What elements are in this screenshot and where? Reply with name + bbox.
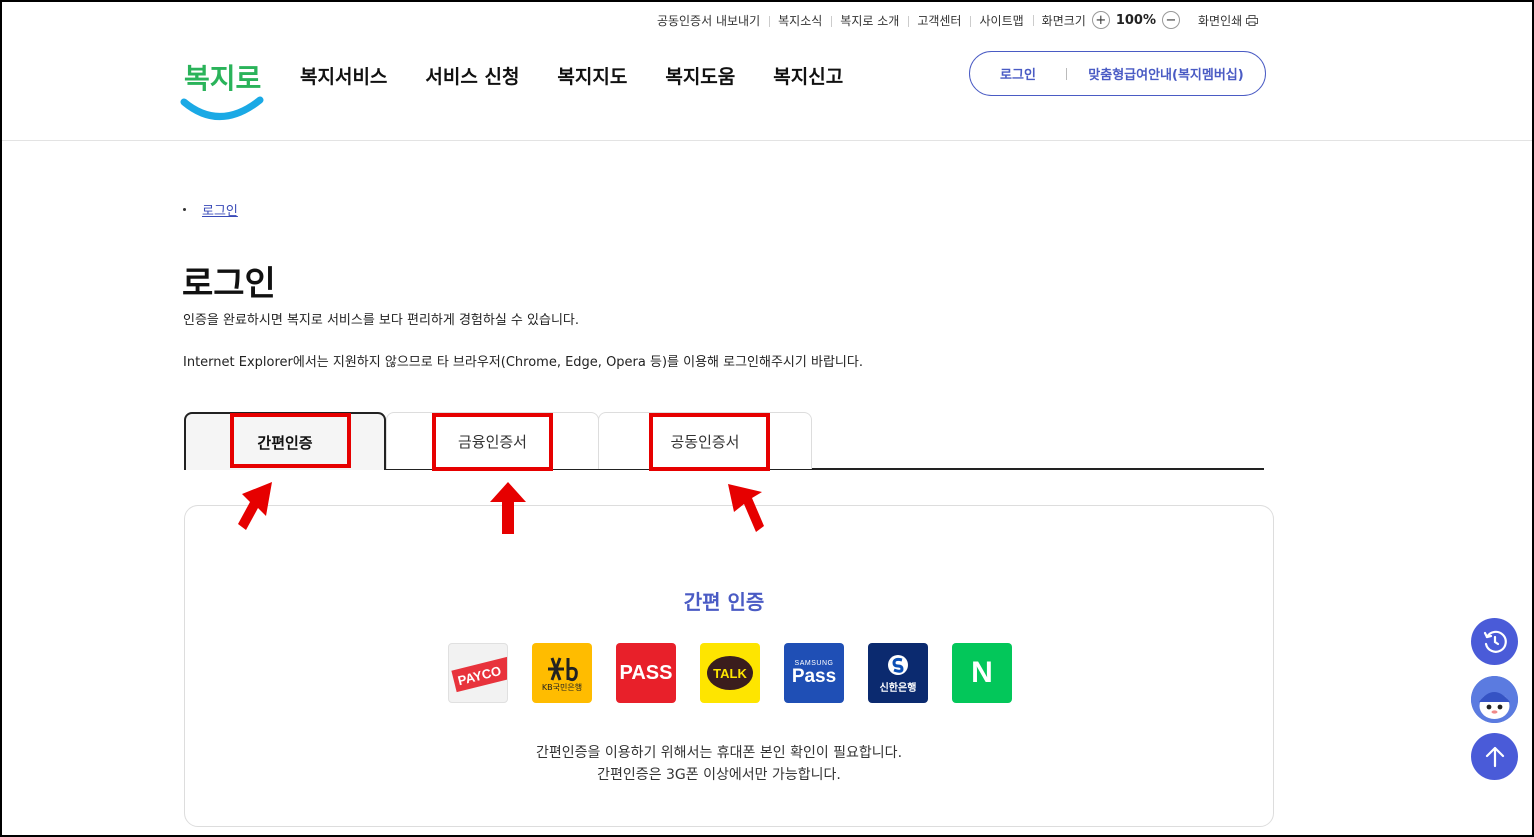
page-description: 인증을 완료하시면 복지로 서비스를 보다 편리하게 경험하실 수 있습니다.: [183, 313, 579, 328]
provider-kb-bank[interactable]: KB국민은행: [532, 643, 592, 703]
tab-simple-auth[interactable]: 간편인증: [184, 412, 386, 470]
kb-label: KB국민은행: [541, 682, 583, 692]
arrow-up-icon: [238, 482, 272, 530]
breadcrumb: 로그인: [183, 200, 238, 219]
nav-welfare-report[interactable]: 복지신고: [773, 62, 843, 89]
membership-link[interactable]: 맞춤형급여안내(복지멤버십): [1067, 64, 1265, 83]
shinhan-bank-icon: [888, 654, 908, 675]
provider-naver[interactable]: N: [952, 643, 1012, 703]
tab-financial-cert[interactable]: 금융인증서: [386, 412, 599, 469]
nav-welfare-services[interactable]: 복지서비스: [300, 62, 387, 89]
tab-label: 금융인증서: [457, 432, 527, 451]
nav-welfare-map[interactable]: 복지지도: [557, 62, 627, 89]
panel-title: 간편 인증: [683, 590, 765, 614]
payco-label: PAYCO: [456, 662, 503, 688]
login-membership-box: 로그인 맞춤형급여안내(복지멤버십): [969, 51, 1266, 96]
chatbot-mascot-icon: [1471, 676, 1518, 723]
kakao-talk-icon: TALK: [707, 656, 753, 690]
simple-auth-panel: 간편 인증 PAYCO KB국민은행 PASS TALK SAMSUNG Pas…: [184, 505, 1274, 827]
naver-icon: N: [971, 656, 993, 689]
utility-link-export-cert[interactable]: 공동인증서 내보내기: [648, 12, 769, 29]
scroll-top-button[interactable]: [1471, 733, 1518, 780]
page-title: 로그인: [182, 264, 276, 304]
shinhan-label: 신한은행: [879, 682, 917, 694]
header-divider: [2, 140, 1532, 141]
provider-pass[interactable]: PASS: [616, 643, 676, 703]
auth-provider-list: PAYCO KB국민은행 PASS TALK SAMSUNG Pass 신한은행…: [448, 643, 1012, 703]
chatbot-button[interactable]: [1471, 676, 1518, 723]
tab-joint-cert[interactable]: 공동인증서: [598, 412, 812, 469]
zoom-in-button[interactable]: +: [1091, 11, 1110, 29]
message-line-2: 간편인증은 3G폰 이상에서만 가능합니다.: [597, 767, 841, 783]
arrow-up-icon: [490, 482, 526, 534]
kb-bank-icon: [548, 656, 578, 681]
nav-welfare-help[interactable]: 복지도움: [665, 62, 735, 89]
breadcrumb-current[interactable]: 로그인: [202, 200, 238, 219]
utility-link-customer-center[interactable]: 고객센터: [908, 12, 970, 29]
print-label: 화면인쇄: [1198, 13, 1243, 28]
zoom-value: 100%: [1115, 12, 1156, 28]
nav-service-application[interactable]: 서비스 신청: [425, 62, 519, 89]
provider-samsung-pass[interactable]: SAMSUNG Pass: [784, 643, 844, 703]
zoom-label: 화면크기: [1041, 13, 1086, 28]
provider-kakao[interactable]: TALK: [700, 643, 760, 703]
printer-icon: [1246, 14, 1258, 26]
utility-link-about[interactable]: 복지로 소개: [831, 12, 908, 29]
tab-label: 공동인증서: [670, 432, 740, 451]
samsung-pass-icon: Pass: [791, 665, 837, 687]
recent-history-button[interactable]: [1471, 618, 1518, 665]
message-line-1: 간편인증을 이용하기 위해서는 휴대폰 본인 확인이 필요합니다.: [535, 745, 903, 761]
utility-link-sitemap[interactable]: 사이트맵: [970, 12, 1032, 29]
arrow-up-icon: [1485, 746, 1504, 767]
zoom-control: 화면크기 + 100% −: [1032, 11, 1189, 29]
breadcrumb-bullet: [183, 208, 186, 211]
utility-link-news[interactable]: 복지소식: [769, 12, 831, 29]
main-navigation: 복지서비스 서비스 신청 복지지도 복지도움 복지신고: [300, 62, 843, 89]
bokjiro-logo-icon: 복지로: [180, 62, 264, 120]
payco-icon: PAYCO: [451, 653, 507, 693]
svg-text:복지로: 복지로: [184, 62, 261, 95]
pass-icon: PASS: [619, 661, 673, 684]
site-logo[interactable]: 복지로: [180, 50, 264, 124]
print-button[interactable]: 화면인쇄: [1189, 12, 1258, 29]
arrow-up-icon: [728, 484, 764, 532]
panel-message: 간편인증을 이용하기 위해서는 휴대폰 본인 확인이 필요합니다. 간편인증은 …: [185, 742, 1253, 786]
provider-shinhan-bank[interactable]: 신한은행: [868, 643, 928, 703]
auth-tabs: 간편인증 금융인증서 공동인증서: [184, 412, 1264, 470]
header-login-link[interactable]: 로그인: [970, 64, 1066, 83]
zoom-out-button[interactable]: −: [1162, 11, 1180, 29]
tab-label: 간편인증: [257, 433, 313, 452]
history-icon: [1483, 630, 1507, 653]
provider-payco[interactable]: PAYCO: [448, 643, 508, 703]
utility-bar: 공동인증서 내보내기 복지소식 복지로 소개 고객센터 사이트맵 화면크기 + …: [648, 10, 1258, 30]
kakao-label: TALK: [713, 665, 747, 681]
browser-notice: Internet Explorer에서는 지원하지 않으므로 타 브라우저(Ch…: [183, 355, 863, 370]
